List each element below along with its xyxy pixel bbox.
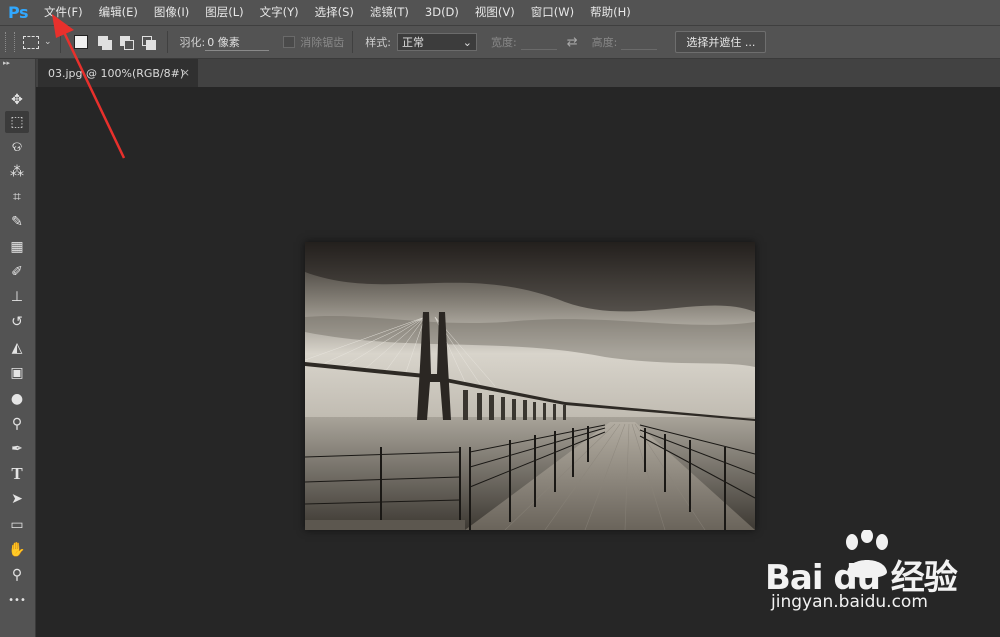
divider: [166, 31, 168, 53]
feather-input[interactable]: [205, 33, 270, 51]
menu-edit[interactable]: 编辑(E): [91, 0, 146, 25]
feather-label: 羽化:: [179, 36, 206, 49]
menu-file[interactable]: 文件(F): [36, 0, 91, 25]
style-select[interactable]: 正常 ⌄: [396, 33, 477, 51]
pen-tool-icon[interactable]: ✒: [5, 438, 29, 460]
close-icon[interactable]: ×: [181, 66, 190, 79]
options-bar-grip[interactable]: [5, 32, 15, 52]
rect-marquee-preset-icon[interactable]: [23, 35, 39, 49]
tools-panel: ▸▸ ✥ ⬚ ଡ ⁂ ⌗ ✎ ▦ ✐ ⊥ ↺ ◭ ▣ ● ⚲ ✒ T ➤ ▭ ✋ ⚲ •••: [0, 59, 36, 637]
intersect-selection-icon[interactable]: [141, 36, 156, 50]
healing-brush-tool-icon[interactable]: ▦: [5, 236, 29, 258]
width-input[interactable]: [520, 35, 557, 50]
stamp-tool-icon[interactable]: ⊥: [5, 286, 29, 308]
eraser-tool-icon[interactable]: ◭: [5, 337, 29, 359]
collapse-panel-icon[interactable]: ▸▸: [0, 59, 35, 69]
width-label: 宽度:: [490, 36, 517, 49]
antialias-label: 消除锯齿: [300, 36, 345, 49]
document-tab-bar: 03.jpg @ 100%(RGB/8#) ×: [36, 59, 1000, 87]
hand-tool-icon[interactable]: ✋: [5, 539, 29, 561]
path-select-tool-icon[interactable]: ➤: [5, 488, 29, 510]
shape-tool-icon[interactable]: ▭: [5, 514, 29, 536]
chevron-down-icon[interactable]: ⌄: [44, 37, 52, 47]
watermark-url: jingyan.baidu.com: [771, 592, 928, 612]
menu-layer[interactable]: 图层(L): [197, 0, 251, 25]
baidu-jingyan-watermark: Bai du 经验 jingyan.baidu.com: [765, 530, 985, 620]
quick-select-tool-icon[interactable]: ⁂: [5, 161, 29, 183]
menu-bar: Ps 文件(F) 编辑(E) 图像(I) 图层(L) 文字(Y) 选择(S) 滤…: [0, 0, 1000, 25]
menu-3d[interactable]: 3D(D): [417, 0, 467, 25]
divider: [352, 31, 354, 53]
crop-tool-icon[interactable]: ⌗: [5, 186, 29, 208]
lasso-tool-icon[interactable]: ଡ: [5, 136, 29, 158]
move-tool-icon[interactable]: ✥: [5, 89, 29, 111]
chevron-down-icon: ⌄: [462, 35, 472, 49]
menu-select[interactable]: 选择(S): [307, 0, 362, 25]
more-tools-icon[interactable]: •••: [5, 589, 29, 611]
subtract-from-selection-icon[interactable]: [119, 36, 134, 50]
style-select-value: 正常: [401, 36, 424, 49]
divider: [59, 31, 61, 53]
options-bar: ⌄ 羽化: 消除锯齿 样式: 正常 ⌄ 宽度: ⇄ 高度: 选择并遮住 ...: [0, 25, 1000, 59]
zoom-tool-icon[interactable]: ⚲: [5, 564, 29, 586]
height-label: 高度:: [591, 36, 618, 49]
brush-tool-icon[interactable]: ✐: [5, 261, 29, 283]
history-brush-tool-icon[interactable]: ↺: [5, 311, 29, 333]
menu-filter[interactable]: 滤镜(T): [362, 0, 417, 25]
document-tab-title: 03.jpg @ 100%(RGB/8#): [48, 66, 185, 80]
menu-help[interactable]: 帮助(H): [582, 0, 639, 25]
photoshop-logo: Ps: [8, 3, 28, 22]
swap-icon[interactable]: ⇄: [567, 35, 578, 50]
height-input[interactable]: [621, 35, 658, 50]
menu-window[interactable]: 窗口(W): [523, 0, 582, 25]
menu-view[interactable]: 视图(V): [467, 0, 523, 25]
marquee-tool-icon[interactable]: ⬚: [5, 111, 29, 133]
gradient-tool-icon[interactable]: ▣: [5, 362, 29, 384]
eyedropper-tool-icon[interactable]: ✎: [5, 211, 29, 233]
blur-tool-icon[interactable]: ●: [5, 388, 29, 410]
add-to-selection-icon[interactable]: [97, 36, 112, 50]
select-and-mask-button[interactable]: 选择并遮住 ...: [675, 31, 767, 53]
antialias-checkbox[interactable]: [283, 36, 296, 48]
type-tool-icon[interactable]: T: [5, 463, 29, 485]
new-selection-icon[interactable]: [73, 35, 88, 49]
document-tab[interactable]: 03.jpg @ 100%(RGB/8#) ×: [38, 59, 198, 87]
document-image[interactable]: [305, 242, 755, 530]
menu-image[interactable]: 图像(I): [146, 0, 197, 25]
dodge-tool-icon[interactable]: ⚲: [5, 413, 29, 435]
menu-type[interactable]: 文字(Y): [252, 0, 307, 25]
style-label: 样式:: [365, 36, 391, 49]
